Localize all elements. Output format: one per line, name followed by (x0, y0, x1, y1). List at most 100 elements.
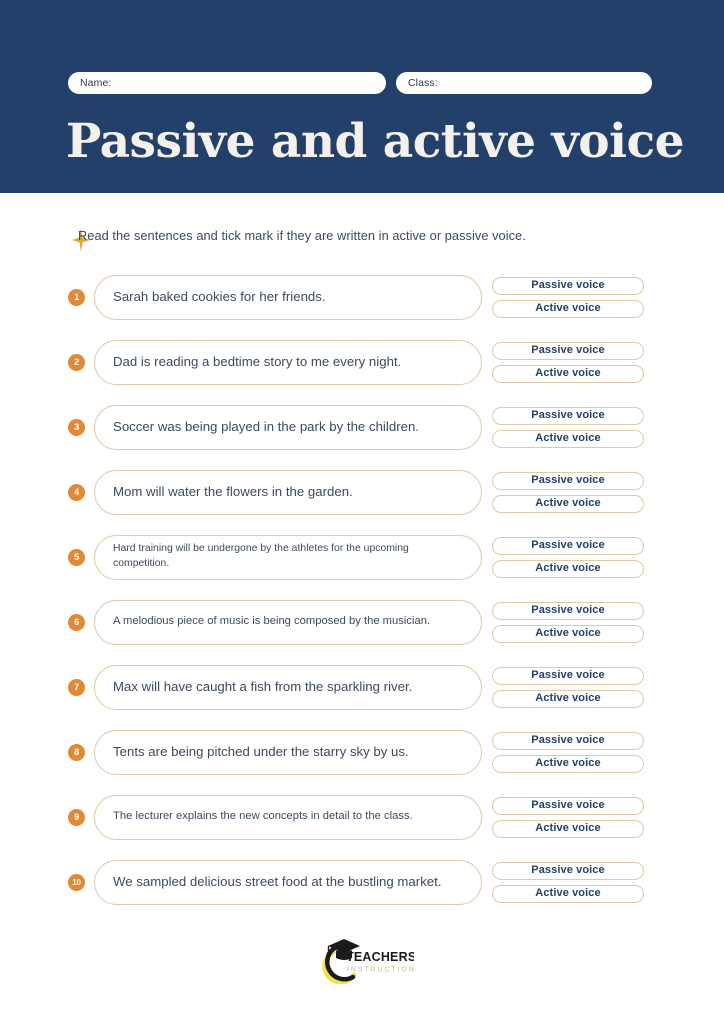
active-voice-option[interactable]: Active voice (492, 559, 644, 578)
active-voice-label: Active voice (535, 562, 601, 574)
active-voice-option[interactable]: Active voice (492, 364, 644, 383)
active-voice-label: Active voice (535, 757, 601, 769)
active-voice-label: Active voice (535, 302, 601, 314)
passive-voice-label: Passive voice (531, 799, 605, 811)
name-field-label: Name: (80, 76, 112, 89)
question-number-badge: 5 (68, 548, 85, 566)
passive-voice-option[interactable]: Passive voice (492, 796, 644, 815)
question-number-badge: 4 (68, 483, 85, 501)
question-number-badge: 10 (68, 873, 85, 891)
header-band: Name: Class: Passive and active voice (0, 0, 724, 193)
sentence-text: We sampled delicious street food at the … (113, 873, 442, 889)
svg-text:INSTRUCTION: INSTRUCTION (347, 967, 414, 974)
passive-voice-option[interactable]: Passive voice (492, 406, 644, 425)
instruction-row: Read the sentences and tick mark if they… (72, 228, 526, 252)
answer-options: Passive voice Active voice (492, 536, 644, 578)
sentence-text: A melodious piece of music is being comp… (113, 615, 431, 628)
active-voice-label: Active voice (535, 367, 601, 379)
question-row: 10 We sampled delicious street food at t… (68, 853, 656, 911)
passive-voice-label: Passive voice (531, 474, 605, 486)
question-number-badge: 1 (68, 288, 85, 306)
question-number-badge: 8 (68, 743, 85, 761)
passive-voice-option[interactable]: Passive voice (492, 536, 644, 555)
active-voice-option[interactable]: Active voice (492, 429, 644, 448)
sentence-box: Soccer was being played in the park by t… (94, 404, 482, 450)
svg-text:TEACHERS: TEACHERS (346, 950, 414, 964)
sentence-text: Hard training will be undergone by the a… (113, 543, 409, 569)
question-row: 3 Soccer was being played in the park by… (68, 398, 656, 456)
active-voice-option[interactable]: Active voice (492, 494, 644, 513)
question-number-badge: 7 (68, 678, 85, 696)
sentence-box: Sarah baked cookies for her friends. (94, 274, 482, 320)
sentence-text: Max will have caught a fish from the spa… (113, 678, 413, 694)
answer-options: Passive voice Active voice (492, 406, 644, 448)
active-voice-label: Active voice (535, 887, 601, 899)
sentence-box: The lecturer explains the new concepts i… (94, 794, 482, 840)
question-number-badge: 9 (68, 808, 85, 826)
passive-voice-option[interactable]: Passive voice (492, 471, 644, 490)
active-voice-option[interactable]: Active voice (492, 624, 644, 643)
class-field[interactable]: Class: (396, 72, 652, 94)
sentence-box: Max will have caught a fish from the spa… (94, 664, 482, 710)
passive-voice-option[interactable]: Passive voice (492, 601, 644, 620)
question-row: 4 Mom will water the flowers in the gard… (68, 463, 656, 521)
active-voice-option[interactable]: Active voice (492, 819, 644, 838)
passive-voice-label: Passive voice (531, 539, 605, 551)
passive-voice-option[interactable]: Passive voice (492, 731, 644, 750)
question-number-badge: 6 (68, 613, 85, 631)
question-row: 2 Dad is reading a bedtime story to me e… (68, 333, 656, 391)
active-voice-option[interactable]: Active voice (492, 689, 644, 708)
instruction-text: Read the sentences and tick mark if they… (78, 228, 526, 243)
active-voice-label: Active voice (535, 627, 601, 639)
passive-voice-option[interactable]: Passive voice (492, 341, 644, 360)
sentence-box: Dad is reading a bedtime story to me eve… (94, 339, 482, 385)
question-number-badge: 2 (68, 353, 85, 371)
passive-voice-option[interactable]: Passive voice (492, 861, 644, 880)
sentence-box: Mom will water the flowers in the garden… (94, 469, 482, 515)
student-fields: Name: Class: (68, 72, 652, 94)
question-row: 1 Sarah baked cookies for her friends. P… (68, 268, 656, 326)
passive-voice-option[interactable]: Passive voice (492, 276, 644, 295)
passive-voice-label: Passive voice (531, 344, 605, 356)
answer-options: Passive voice Active voice (492, 796, 644, 838)
passive-voice-label: Passive voice (531, 604, 605, 616)
teachers-instruction-logo: TEACHERS INSTRUCTION (310, 934, 414, 984)
active-voice-label: Active voice (535, 822, 601, 834)
active-voice-option[interactable]: Active voice (492, 754, 644, 773)
active-voice-label: Active voice (535, 497, 601, 509)
active-voice-label: Active voice (535, 692, 601, 704)
question-number-badge: 3 (68, 418, 85, 436)
sentence-box: We sampled delicious street food at the … (94, 859, 482, 905)
worksheet-page: Name: Class: Passive and active voice Re… (0, 0, 724, 1024)
class-field-label: Class: (408, 76, 438, 89)
active-voice-option[interactable]: Active voice (492, 299, 644, 318)
sentence-text: Dad is reading a bedtime story to me eve… (113, 353, 402, 369)
passive-voice-label: Passive voice (531, 279, 605, 291)
question-row: 6 A melodious piece of music is being co… (68, 593, 656, 651)
sentence-text: Sarah baked cookies for her friends. (113, 288, 326, 304)
sentence-box: Tents are being pitched under the starry… (94, 729, 482, 775)
answer-options: Passive voice Active voice (492, 471, 644, 513)
page-title: Passive and active voice (66, 114, 684, 169)
sentence-text: The lecturer explains the new concepts i… (113, 810, 413, 823)
question-row: 8 Tents are being pitched under the star… (68, 723, 656, 781)
passive-voice-label: Passive voice (531, 669, 605, 681)
passive-voice-label: Passive voice (531, 864, 605, 876)
sentence-box: Hard training will be undergone by the a… (94, 534, 482, 580)
name-field[interactable]: Name: (68, 72, 386, 94)
question-list: 1 Sarah baked cookies for her friends. P… (68, 268, 656, 918)
question-row: 9 The lecturer explains the new concepts… (68, 788, 656, 846)
sentence-text: Soccer was being played in the park by t… (113, 418, 419, 434)
footer: TEACHERS INSTRUCTION (0, 934, 724, 984)
active-voice-label: Active voice (535, 432, 601, 444)
answer-options: Passive voice Active voice (492, 861, 644, 903)
passive-voice-option[interactable]: Passive voice (492, 666, 644, 685)
question-row: 5 Hard training will be undergone by the… (68, 528, 656, 586)
question-row: 7 Max will have caught a fish from the s… (68, 658, 656, 716)
answer-options: Passive voice Active voice (492, 731, 644, 773)
active-voice-option[interactable]: Active voice (492, 884, 644, 903)
answer-options: Passive voice Active voice (492, 276, 644, 318)
passive-voice-label: Passive voice (531, 734, 605, 746)
answer-options: Passive voice Active voice (492, 601, 644, 643)
sentence-text: Mom will water the flowers in the garden… (113, 483, 353, 499)
